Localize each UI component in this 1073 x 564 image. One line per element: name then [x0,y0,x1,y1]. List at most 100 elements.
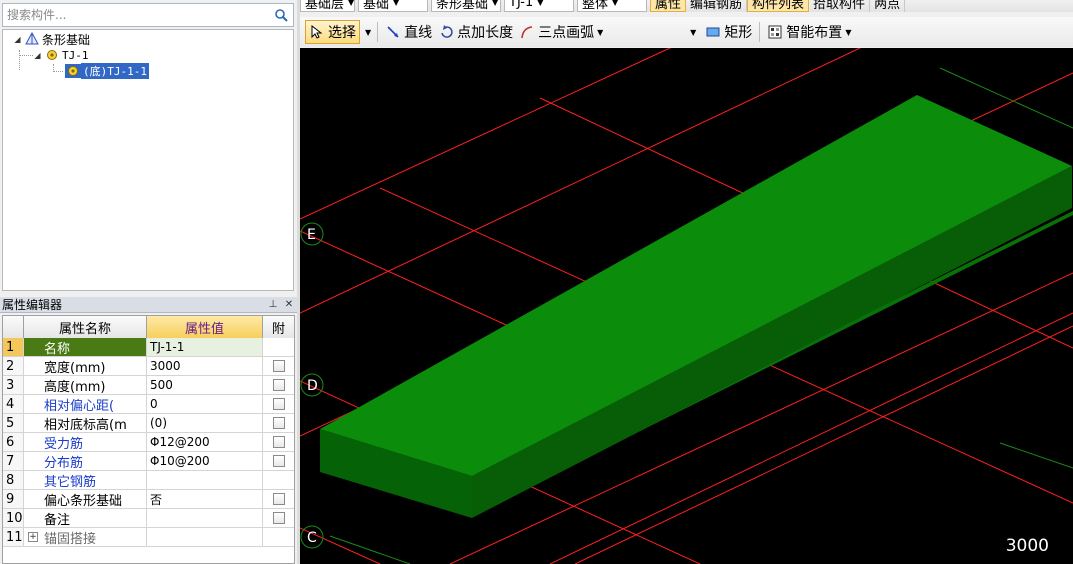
combo-value: 条形基础 [436,0,489,12]
dropdown-icon: ▼ [845,27,852,37]
component-combo[interactable]: TJ-1 ▼ [504,0,574,12]
drawing-viewport[interactable]: E D C 3000 [300,48,1073,564]
gear-icon [45,48,59,62]
dropdown-icon: ▼ [537,0,544,7]
axis-label-e[interactable]: E [300,222,324,246]
tree-node-root[interactable]: ◢ 条形基础 [13,31,90,47]
attach-checkbox[interactable] [272,360,285,372]
attach-cell [263,528,294,546]
property-value[interactable]: TJ-1-1 [147,338,263,356]
property-value[interactable]: 500 [147,376,263,394]
header-attach[interactable]: 附 [263,316,294,338]
gear-icon [65,64,81,78]
property-row[interactable]: 8 其它钢筋 [3,471,294,490]
property-value[interactable] [147,509,263,527]
collapse-icon[interactable]: ◢ [33,51,42,60]
attach-cell [263,509,294,527]
header-value[interactable]: 属性值 [147,316,263,338]
pin-icon[interactable]: ⊥ [265,298,281,312]
property-row[interactable]: 10 备注 [3,509,294,528]
tree-node-group[interactable]: ◢ TJ-1 [33,47,88,63]
property-row[interactable]: 7 分布筋 Φ10@200 [3,452,294,471]
search-input[interactable] [3,4,269,26]
header-name[interactable]: 属性名称 [24,316,147,338]
select-button[interactable]: 选择 [305,20,360,44]
collapse-icon[interactable]: ◢ [13,35,22,44]
pick-component-button[interactable]: 拾取构件 [809,0,871,12]
attach-checkbox[interactable] [272,493,285,505]
foundation-icon [25,32,39,46]
line-button[interactable]: 直线 [382,20,435,44]
property-value[interactable]: 否 [147,490,263,508]
property-value[interactable]: 3000 [147,357,263,375]
axis-label-text: C [307,530,317,546]
axis-label-d[interactable]: D [300,373,324,397]
part-combo[interactable]: 整体 ▼ [577,0,647,12]
attach-checkbox[interactable] [272,417,285,429]
property-name: 宽度(mm) [24,357,147,375]
property-name: 相对偏心距( [24,395,147,413]
arc-mode-combo[interactable]: ▼ [606,22,698,42]
property-name-text: 偏心条形基础 [44,493,123,509]
type-combo[interactable]: 条形基础 ▼ [431,0,501,12]
rectangle-button[interactable]: 矩形 [702,20,755,44]
category-combo[interactable]: 基础 ▼ [358,0,428,12]
tree-node-leaf[interactable]: (底)TJ-1-1 [65,63,149,79]
button-label: 拾取构件 [813,0,866,12]
draw-toolbar: 选择 ▼ 直线 点加长度 三点画弧 ▼ ▼ 矩形 智能布置 ▼ [300,17,1073,47]
grid-icon [767,24,783,40]
attach-cell [263,433,294,451]
close-icon[interactable]: ✕ [281,298,297,312]
viewport-canvas: E D C [300,48,1073,564]
property-value[interactable]: Φ10@200 [147,452,263,470]
property-row[interactable]: 9 偏心条形基础 否 [3,490,294,509]
row-number: 6 [3,433,24,451]
property-row[interactable]: 4 相对偏心距(0 [3,395,294,414]
smart-layout-button[interactable]: 智能布置 ▼ [764,20,854,44]
row-number: 10 [3,509,24,527]
property-row[interactable]: 5 相对底标高(m (0) [3,414,294,433]
property-name-text: 相对偏心距( [44,398,115,414]
attach-checkbox[interactable] [272,455,285,467]
property-row[interactable]: 1 名称 TJ-1-1 [3,338,294,357]
property-value[interactable] [147,528,263,546]
property-value[interactable]: (0) [147,414,263,432]
edit-rebar-button[interactable]: 编辑钢筋 [686,0,748,12]
select-dropdown[interactable]: ▼ [360,20,373,44]
cursor-icon [309,24,325,40]
attach-cell [263,452,294,470]
component-list-button[interactable]: 构件列表 [747,0,810,12]
combo-value: 基础 [363,0,390,12]
property-name-text: 相对底标高(m [44,417,127,433]
search-box [2,3,294,27]
property-value[interactable] [147,471,263,489]
floor-combo[interactable]: 基础层 ▼ [300,0,355,12]
header-num [3,316,24,338]
attach-checkbox[interactable] [272,379,285,391]
property-row[interactable]: 11 + 锚固搭接 [3,528,294,547]
separator [377,22,379,42]
attach-checkbox[interactable] [272,398,285,410]
attach-checkbox[interactable] [272,512,285,524]
button-label: 编辑钢筋 [690,0,743,12]
property-name: 备注 [24,509,147,527]
property-grid: 属性名称 属性值 附 1 名称 TJ-1-1 2 宽度(mm) 3000 3 高度(mm) 50… [2,315,295,564]
axis-button[interactable]: 两点 [870,0,906,12]
foundation-strip[interactable] [320,95,1073,518]
attach-checkbox[interactable] [272,436,285,448]
tree-label: 条形基础 [42,32,91,47]
property-row[interactable]: 2 宽度(mm) 3000 [3,357,294,376]
point-length-button[interactable]: 点加长度 [435,20,516,44]
property-value[interactable]: 0 [147,395,263,413]
search-button[interactable] [270,5,292,25]
property-row[interactable]: 3 高度(mm) 500 [3,376,294,395]
left-pane: ◢ 条形基础 ◢ TJ-1 [0,0,297,564]
button-label: 构件列表 [752,0,805,12]
arc-icon [519,24,535,40]
expand-icon[interactable]: + [28,532,38,542]
rectangle-icon [705,24,721,40]
arc-3point-button[interactable]: 三点画弧 ▼ [516,20,606,44]
property-value[interactable]: Φ12@200 [147,433,263,451]
properties-button[interactable]: 属性 [650,0,687,12]
property-row[interactable]: 6 受力筋 Φ12@200 [3,433,294,452]
